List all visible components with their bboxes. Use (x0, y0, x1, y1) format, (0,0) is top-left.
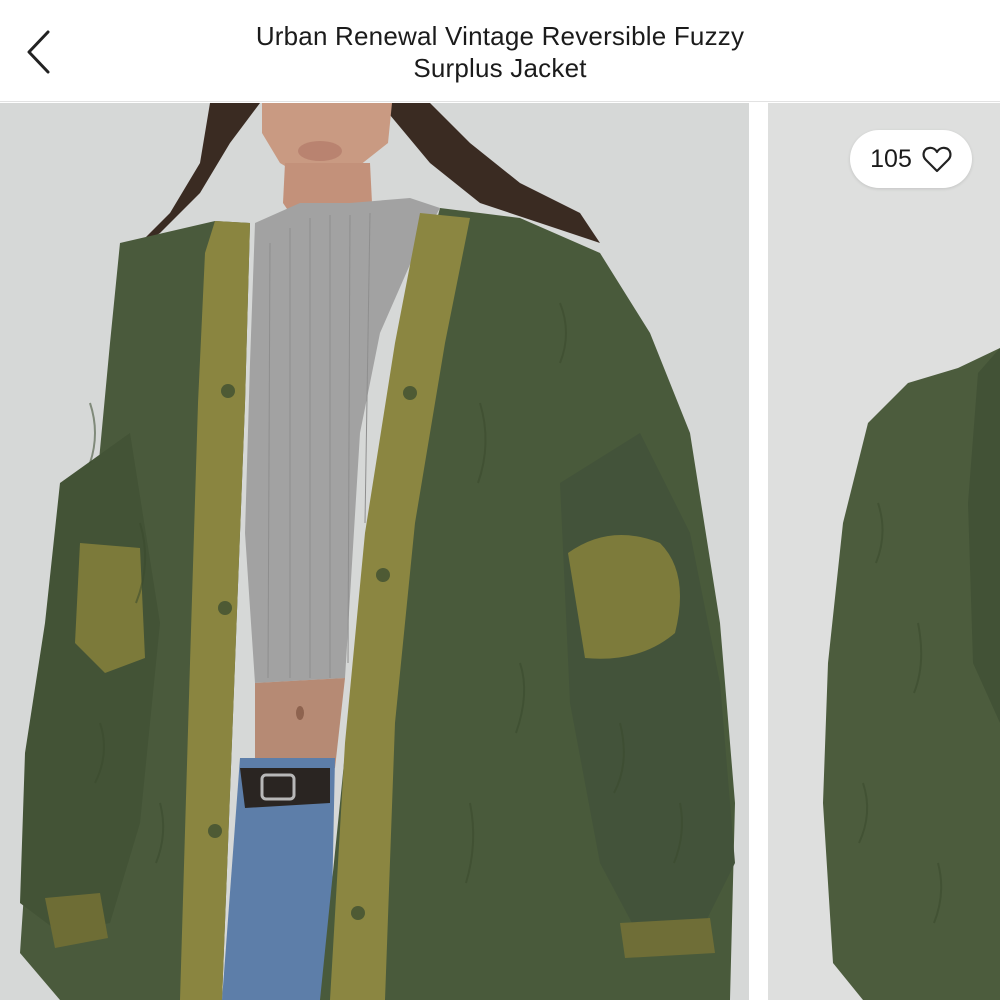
page-title-line-2: Surplus Jacket (413, 53, 587, 83)
like-count: 105 (870, 144, 912, 173)
heart-outline-icon (922, 146, 952, 173)
page-title-line-1: Urban Renewal Vintage Reversible Fuzzy (255, 21, 745, 51)
back-button[interactable] (14, 22, 64, 82)
top-bar: Urban Renewal Vintage Reversible Fuzzy S… (0, 0, 1000, 102)
page-title: Urban Renewal Vintage Reversible Fuzzy S… (180, 20, 820, 84)
like-button[interactable]: 105 (850, 130, 972, 188)
product-photo-main[interactable] (0, 103, 749, 1000)
photo-carousel[interactable] (0, 103, 1000, 1000)
chevron-left-icon (27, 30, 50, 74)
product-photo-next[interactable] (768, 103, 1000, 1000)
